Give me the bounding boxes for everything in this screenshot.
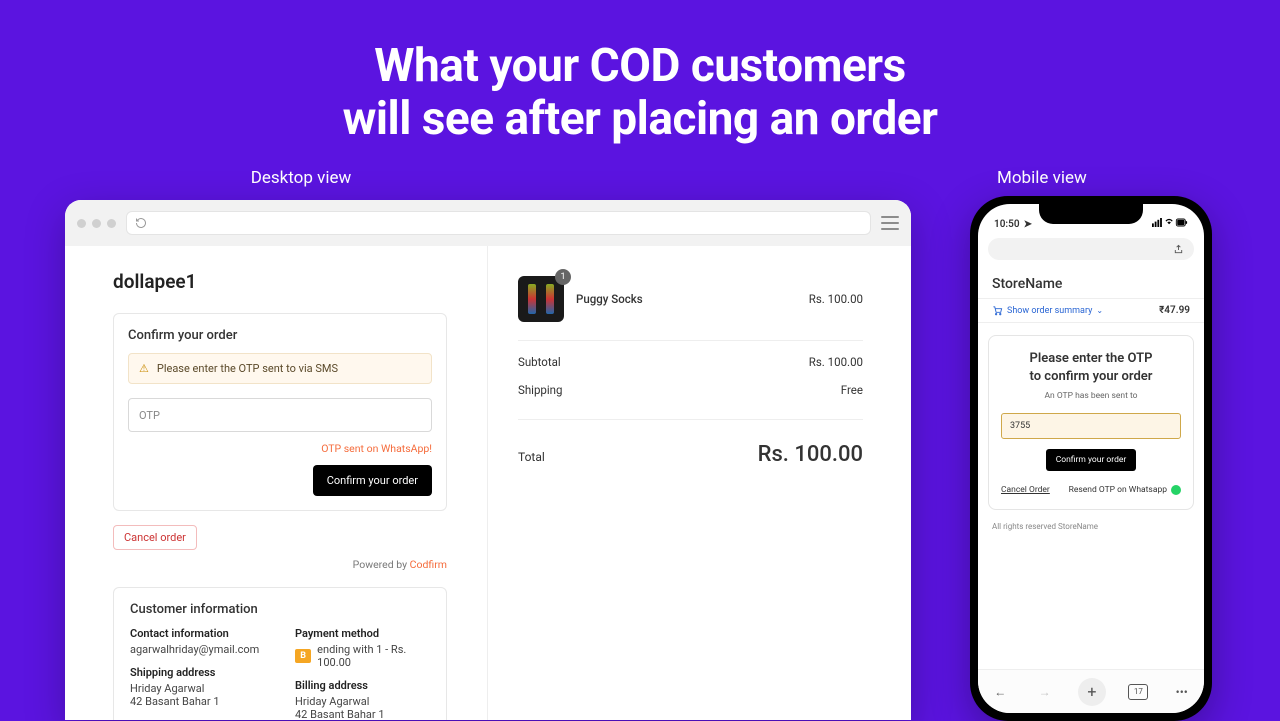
qty-badge: 1 bbox=[555, 269, 571, 285]
mobile-address-bar[interactable] bbox=[988, 238, 1194, 260]
reload-icon bbox=[135, 217, 147, 229]
view-labels: Desktop view Mobile view bbox=[0, 168, 1280, 188]
powered-by: Powered by Codfirm bbox=[113, 558, 447, 571]
product-name: Puggy Socks bbox=[576, 292, 797, 306]
total-row: Total Rs. 100.00 bbox=[518, 419, 863, 467]
phone-notch bbox=[1039, 204, 1143, 224]
store-name: dollapee1 bbox=[113, 270, 447, 293]
safari-toolbar: ← → + 17 ••• bbox=[978, 669, 1204, 713]
cancel-order-button[interactable]: Cancel order bbox=[113, 525, 197, 550]
desktop-view-label: Desktop view bbox=[65, 168, 537, 188]
status-icons bbox=[1152, 218, 1188, 230]
line-item: 1 Puggy Socks Rs. 100.00 bbox=[518, 276, 863, 341]
mobile-view-label: Mobile view bbox=[997, 168, 1087, 188]
codfirm-link[interactable]: Codfirm bbox=[410, 558, 447, 571]
chevron-down-icon: ⌄ bbox=[1096, 306, 1103, 315]
summary-amount: ₹47.99 bbox=[1159, 305, 1190, 316]
payment-method: B ending with 1 - Rs. 100.00 bbox=[295, 643, 430, 669]
browser-chrome bbox=[65, 200, 911, 246]
address-bar[interactable] bbox=[126, 211, 871, 235]
product-thumbnail: 1 bbox=[518, 276, 564, 322]
desktop-browser-window: dollapee1 Confirm your order ⚠ Please en… bbox=[65, 200, 911, 720]
customer-info-title: Customer information bbox=[130, 602, 430, 617]
contact-email: agarwalhriday@ymail.com bbox=[130, 643, 259, 656]
mobile-store-name: StoreName bbox=[978, 266, 1204, 298]
share-icon bbox=[1173, 244, 1184, 255]
more-icon[interactable]: ••• bbox=[1171, 681, 1193, 703]
confirm-order-button[interactable]: Confirm your order bbox=[313, 465, 432, 496]
whatsapp-note: OTP sent on WhatsApp! bbox=[128, 442, 432, 455]
mobile-cancel-link[interactable]: Cancel Order bbox=[1001, 485, 1050, 495]
otp-sent-text: An OTP has been sent to bbox=[1001, 391, 1181, 401]
shipping-heading: Shipping address bbox=[130, 666, 265, 679]
warning-icon: ⚠ bbox=[139, 362, 149, 375]
payment-heading: Payment method bbox=[295, 627, 430, 640]
contact-heading: Contact information bbox=[130, 627, 265, 640]
mobile-phone-frame: 10:50➤ StoreName Show order summary ⌄ ₹4… bbox=[970, 196, 1212, 721]
back-icon[interactable]: ← bbox=[989, 681, 1011, 703]
product-price: Rs. 100.00 bbox=[809, 292, 863, 306]
forward-icon[interactable]: → bbox=[1034, 681, 1056, 703]
card-icon: B bbox=[295, 649, 311, 663]
mobile-otp-title: Please enter the OTPto confirm your orde… bbox=[1001, 350, 1181, 385]
resend-otp-link[interactable]: Resend OTP on Whatsapp bbox=[1069, 485, 1181, 495]
new-tab-button[interactable]: + bbox=[1078, 678, 1106, 706]
cart-icon bbox=[992, 305, 1003, 316]
tabs-button[interactable]: 17 bbox=[1128, 684, 1148, 700]
whatsapp-icon bbox=[1171, 485, 1181, 495]
mobile-footer: All rights reserved StoreName bbox=[978, 518, 1204, 535]
mobile-otp-input[interactable]: 3755 bbox=[1001, 413, 1181, 439]
mobile-otp-card: Please enter the OTPto confirm your orde… bbox=[988, 335, 1194, 510]
order-summary-toggle[interactable]: Show order summary ⌄ ₹47.99 bbox=[978, 298, 1204, 323]
otp-alert: ⚠ Please enter the OTP sent to via SMS bbox=[128, 353, 432, 384]
subtotal-row: SubtotalRs. 100.00 bbox=[518, 355, 863, 369]
otp-input[interactable]: OTP bbox=[128, 398, 432, 432]
shipping-row: ShippingFree bbox=[518, 383, 863, 397]
confirm-order-title: Confirm your order bbox=[128, 328, 432, 343]
customer-info-card: Customer information Contact information… bbox=[113, 587, 447, 720]
billing-heading: Billing address bbox=[295, 679, 430, 692]
location-icon: ➤ bbox=[1024, 219, 1032, 230]
confirm-order-card: Confirm your order ⚠ Please enter the OT… bbox=[113, 313, 447, 511]
hamburger-icon[interactable] bbox=[881, 216, 899, 230]
mobile-confirm-button[interactable]: Confirm your order bbox=[1046, 449, 1137, 471]
hero-title: What your COD customerswill see after pl… bbox=[0, 0, 1280, 146]
